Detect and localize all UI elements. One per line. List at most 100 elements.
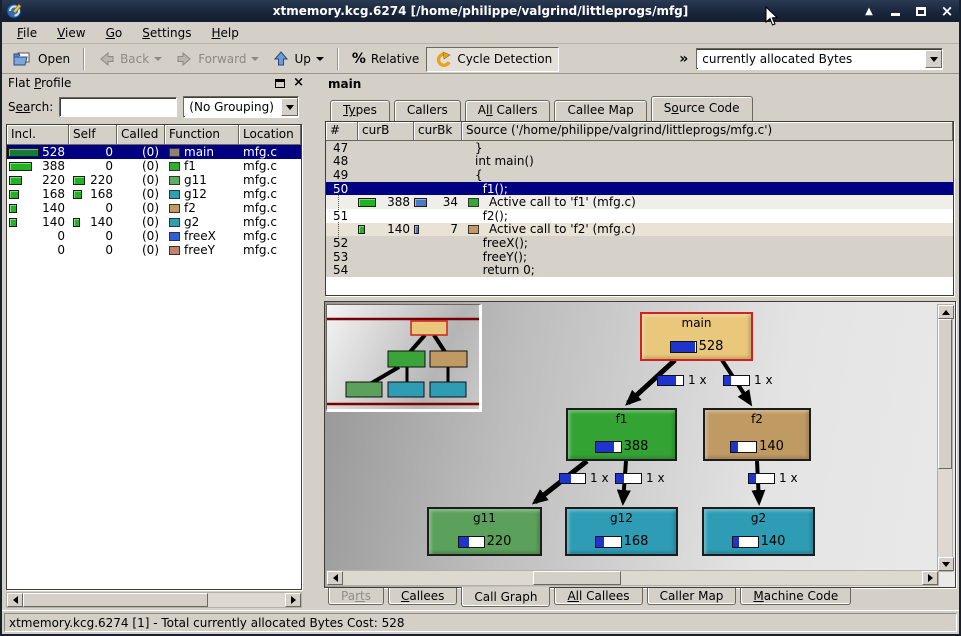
forward-button[interactable]: Forward <box>169 47 266 72</box>
source-line[interactable]: 47 } <box>326 141 953 155</box>
shade-button[interactable]: ▲ <box>861 3 877 19</box>
graph-overview-minimap[interactable] <box>326 304 482 412</box>
tab-parts[interactable]: Parts <box>328 588 384 605</box>
grouping-select[interactable]: (No Grouping) <box>183 96 299 118</box>
self-bar <box>73 218 80 227</box>
table-row[interactable]: 140 0 (0) f2 mfg.c <box>7 201 301 215</box>
tab-machine-code[interactable]: Machine Code <box>740 588 851 605</box>
menu-help[interactable]: Help <box>202 24 247 42</box>
source-line[interactable]: 48 int main() <box>326 155 953 169</box>
cost-bar <box>358 225 365 234</box>
scroll-left-button[interactable] <box>327 571 343 585</box>
status-bar: xtmemory.kcg.6274 [1] - Total currently … <box>2 610 959 634</box>
horizontal-scrollbar[interactable] <box>326 570 939 586</box>
tab-source-code[interactable]: Source Code <box>651 96 753 121</box>
tab-callees[interactable]: Callees <box>388 588 457 605</box>
scroll-right-button[interactable] <box>285 593 301 607</box>
tab-types[interactable]: Types <box>330 100 390 121</box>
table-row[interactable]: 168 168 (0) g12 mfg.c <box>7 187 301 201</box>
graph-node-f1[interactable]: f1 388 <box>566 408 677 461</box>
function-color-swatch <box>169 190 180 199</box>
maximize-button[interactable] <box>913 3 929 19</box>
dropdown-button[interactable] <box>925 50 942 68</box>
scroll-right-button[interactable] <box>922 571 938 585</box>
dock-close-icon[interactable]: × <box>293 78 304 88</box>
tab-all-callers[interactable]: All Callers <box>465 100 551 121</box>
table-row[interactable]: 220 220 (0) g11 mfg.c <box>7 173 301 187</box>
menu-settings[interactable]: Settings <box>133 24 200 42</box>
open-button[interactable]: Open <box>6 47 77 72</box>
scrollbar-thumb[interactable] <box>533 571 621 585</box>
tab-callee-map[interactable]: Callee Map <box>554 100 646 121</box>
cost-bar <box>358 198 376 207</box>
panel-splitter[interactable] <box>308 74 324 608</box>
cost-bar <box>414 225 419 234</box>
table-row[interactable]: 388 0 (0) f1 mfg.c <box>7 159 301 173</box>
menu-go[interactable]: Go <box>97 24 132 42</box>
graph-node-main[interactable]: main 528 <box>640 312 753 361</box>
edge-call-count: 1 x <box>559 471 609 485</box>
forward-arrow-icon <box>176 51 193 67</box>
scroll-left-button[interactable] <box>7 593 23 607</box>
tab-caller-map[interactable]: Caller Map <box>647 588 737 605</box>
source-line[interactable]: 54 return 0; <box>326 263 953 277</box>
source-line[interactable]: 51 f2(); <box>326 209 953 223</box>
call-graph-canvas[interactable]: main 528 f1 388 f2 140 g11 220 g12 168 g… <box>324 301 956 588</box>
back-button[interactable]: Back <box>91 47 169 72</box>
function-color-swatch <box>169 162 180 171</box>
column-header-curb[interactable]: curB <box>358 122 414 141</box>
source-line[interactable]: 49 { <box>326 168 953 182</box>
tab-callers[interactable]: Callers <box>394 100 461 121</box>
source-line-selected[interactable]: 50 f1(); <box>326 182 953 196</box>
event-type-select[interactable]: currently allocated Bytes <box>696 48 943 70</box>
column-header-incl[interactable]: Incl. <box>7 125 69 145</box>
incl-bar <box>9 218 17 227</box>
toolbar-overflow-chevron[interactable]: » <box>679 51 688 67</box>
menu-file[interactable]: File <box>8 24 46 42</box>
column-header-line[interactable]: # <box>326 122 358 141</box>
source-line[interactable]: 52 freeX(); <box>326 236 953 250</box>
table-row[interactable]: 0 0 (0) freeX mfg.c <box>7 229 301 243</box>
dock-float-icon[interactable] <box>275 79 285 88</box>
close-button[interactable]: × <box>939 3 955 19</box>
column-header-curbk[interactable]: curBk <box>414 122 462 141</box>
column-header-self[interactable]: Self <box>69 125 117 145</box>
graph-node-g2[interactable]: g2 140 <box>702 507 815 556</box>
relative-button[interactable]: % Relative <box>345 47 426 72</box>
menu-view[interactable]: View <box>48 24 94 42</box>
search-label: Search: <box>8 100 53 114</box>
edge-cost-bar <box>748 473 775 484</box>
source-line[interactable]: 53 freeY(); <box>326 250 953 264</box>
column-header-location[interactable]: Location <box>239 125 301 145</box>
table-row[interactable]: 528 0 (0) main mfg.c <box>7 145 301 159</box>
column-header-called[interactable]: Called <box>117 125 165 145</box>
back-dropdown-icon <box>154 57 162 61</box>
cost-bar <box>414 198 427 207</box>
column-header-source[interactable]: Source ('/home/philippe/valgrind/littlep… <box>462 122 953 141</box>
active-call-row[interactable]: 388 34 Active call to 'f1' (mfg.c) <box>326 195 953 209</box>
scrollbar-thumb[interactable] <box>938 319 952 469</box>
graph-node-g12[interactable]: g12 168 <box>565 507 678 556</box>
scroll-down-button[interactable] <box>938 557 954 571</box>
cycle-detection-button[interactable]: Cycle Detection <box>426 47 559 72</box>
tab-call-graph[interactable]: Call Graph <box>461 587 550 607</box>
scroll-up-button[interactable] <box>938 305 954 319</box>
horizontal-scrollbar[interactable] <box>6 592 302 608</box>
minimize-button[interactable] <box>887 3 903 19</box>
column-header-function[interactable]: Function <box>165 125 239 145</box>
function-color-swatch <box>468 225 479 234</box>
search-input[interactable] <box>59 97 177 117</box>
active-call-row[interactable]: 140 7 Active call to 'f2' (mfg.c) <box>326 223 953 237</box>
up-button[interactable]: Up <box>266 47 330 72</box>
graph-node-f2[interactable]: f2 140 <box>703 408 811 461</box>
edge-call-count: 1 x <box>615 471 665 485</box>
graph-node-g11[interactable]: g11 220 <box>427 507 542 556</box>
table-row[interactable]: 0 0 (0) freeY mfg.c <box>7 243 301 257</box>
vertical-scrollbar[interactable] <box>937 304 953 572</box>
dropdown-button[interactable] <box>281 98 298 116</box>
table-row[interactable]: 140 140 (0) g2 mfg.c <box>7 215 301 229</box>
arrow-down-icon <box>942 562 950 567</box>
function-detail-pane: main Types Callers All Callers Callee Ma… <box>324 74 961 608</box>
scrollbar-thumb[interactable] <box>23 593 208 607</box>
tab-all-callees[interactable]: All Callees <box>554 588 642 605</box>
